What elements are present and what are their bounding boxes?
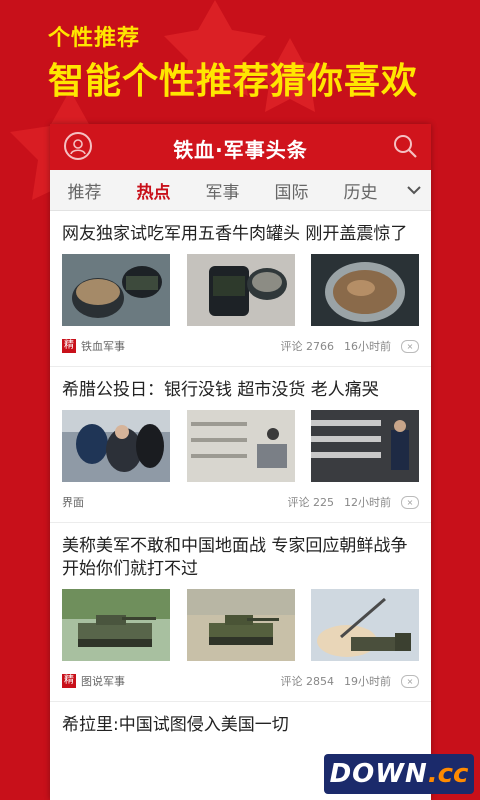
dismiss-icon[interactable]: ×	[401, 674, 419, 688]
news-source: 图说军事	[81, 675, 125, 688]
comment-count: 评论 2766	[280, 340, 335, 353]
news-meta: 界面 评论 225 12小时前 ×	[62, 482, 419, 522]
watermark-logo: DOWN .cc	[324, 754, 474, 794]
dismiss-icon[interactable]: ×	[401, 339, 419, 353]
armored-vehicle-photo[interactable]	[62, 589, 170, 661]
promo-headline: 智能个性推荐猜你喜欢	[48, 61, 419, 102]
news-title[interactable]: 网友独家试吃军用五香牛肉罐头 刚开盖震惊了	[62, 211, 419, 246]
watermark-main: DOWN	[329, 759, 428, 789]
comment-count: 评论 225	[287, 496, 335, 509]
tank-exercise-photo[interactable]	[186, 589, 295, 661]
rocket-launcher-photo[interactable]	[311, 589, 419, 661]
news-meta: 精 铁血军事 评论 2766 16小时前 ×	[62, 326, 419, 366]
app-title: 铁血·军事头条	[173, 138, 308, 162]
phone-screen: 铁血·军事头条 推荐 热点 军事 国际 历史 网友独家试吃军用五香牛肉罐头 刚开…	[50, 124, 431, 800]
empty-supermarket-photo[interactable]	[311, 410, 419, 482]
news-title[interactable]: 美称美军不敢和中国地面战 专家回应朝鲜战争开始你们就打不过	[62, 523, 419, 581]
publish-time: 16小时前	[344, 340, 391, 353]
tab-international[interactable]: 国际	[257, 178, 326, 203]
search-icon[interactable]	[391, 132, 419, 160]
open-can-photo[interactable]	[311, 254, 419, 326]
news-source: 铁血军事	[81, 340, 125, 353]
canned-beef-label-photo[interactable]	[186, 254, 295, 326]
featured-badge: 精	[62, 339, 76, 353]
comment-count: 评论 2854	[280, 675, 335, 688]
news-title[interactable]: 希腊公投日：银行没钱 超市没货 老人痛哭	[62, 367, 419, 402]
category-tabs: 推荐 热点 军事 国际 历史	[50, 170, 431, 211]
canned-beef-photo[interactable]	[62, 254, 170, 326]
news-item[interactable]: 希腊公投日：银行没钱 超市没货 老人痛哭 界面 评论 225 12小时前 ×	[50, 367, 431, 523]
chevron-down-icon[interactable]	[405, 182, 423, 196]
news-item[interactable]: 网友独家试吃军用五香牛肉罐头 刚开盖震惊了 精 铁血军事 评论 2766 16小…	[50, 211, 431, 367]
watermark-suffix: .cc	[427, 759, 469, 789]
news-source: 界面	[62, 496, 84, 509]
news-title[interactable]: 希拉里:中国试图侵入美国一切	[62, 702, 419, 737]
tab-hot[interactable]: 热点	[119, 178, 188, 203]
news-meta: 精 图说军事 评论 2854 19小时前 ×	[62, 661, 419, 701]
promo-subtitle: 个性推荐	[48, 26, 141, 51]
crying-elderly-photo[interactable]	[62, 410, 170, 482]
news-item[interactable]: 希拉里:中国试图侵入美国一切	[50, 702, 431, 737]
app-header: 铁血·军事头条	[50, 124, 431, 170]
publish-time: 19小时前	[344, 675, 391, 688]
news-item[interactable]: 美称美军不敢和中国地面战 专家回应朝鲜战争开始你们就打不过 精 图说军事 评论 …	[50, 523, 431, 702]
tab-military[interactable]: 军事	[188, 178, 257, 203]
tab-history[interactable]: 历史	[326, 178, 395, 203]
publish-time: 12小时前	[344, 496, 391, 509]
tab-recommend[interactable]: 推荐	[50, 178, 119, 203]
featured-badge: 精	[62, 674, 76, 688]
dismiss-icon[interactable]: ×	[401, 495, 419, 509]
empty-shelves-photo[interactable]	[186, 410, 295, 482]
